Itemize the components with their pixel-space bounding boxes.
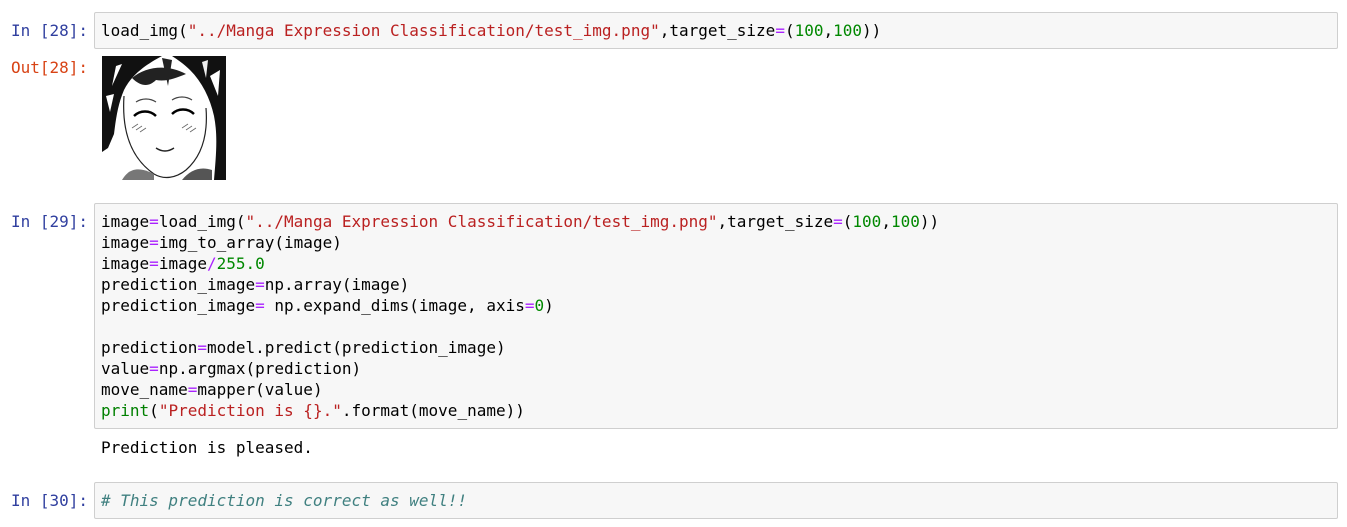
cell-28-code-editor[interactable]: load_img("../Manga Expression Classifica… <box>94 12 1338 49</box>
code-line: value=np.argmax(prediction) <box>101 359 362 378</box>
cell-30-code-editor[interactable]: # This prediction is correct as well!! <box>94 482 1338 519</box>
code-line: prediction_image=np.array(image) <box>101 275 410 294</box>
cell-29-stdout: Prediction is pleased. <box>101 438 313 457</box>
cell-30-in-prompt: In [30]: <box>10 491 88 510</box>
cell-28-in-prompt: In [28]: <box>10 21 88 40</box>
cell-28-out-prompt: Out[28]: <box>10 58 88 77</box>
code-line: load_img("../Manga Expression Classifica… <box>101 21 882 40</box>
code-line: image=load_img("../Manga Expression Clas… <box>101 212 940 231</box>
code-comment: # This prediction is correct as well!! <box>101 491 468 510</box>
code-line: print("Prediction is {}.".format(move_na… <box>101 401 525 420</box>
cell-29-code-editor[interactable]: image=load_img("../Manga Expression Clas… <box>94 203 1338 429</box>
code-line: image=image/255.0 <box>101 254 265 273</box>
cell-29-in-prompt: In [29]: <box>10 212 88 231</box>
code-line: prediction=model.predict(prediction_imag… <box>101 338 506 357</box>
code-line: prediction_image= np.expand_dims(image, … <box>101 296 554 315</box>
manga-face-image <box>102 56 226 180</box>
code-line: move_name=mapper(value) <box>101 380 323 399</box>
code-line: image=img_to_array(image) <box>101 233 342 252</box>
